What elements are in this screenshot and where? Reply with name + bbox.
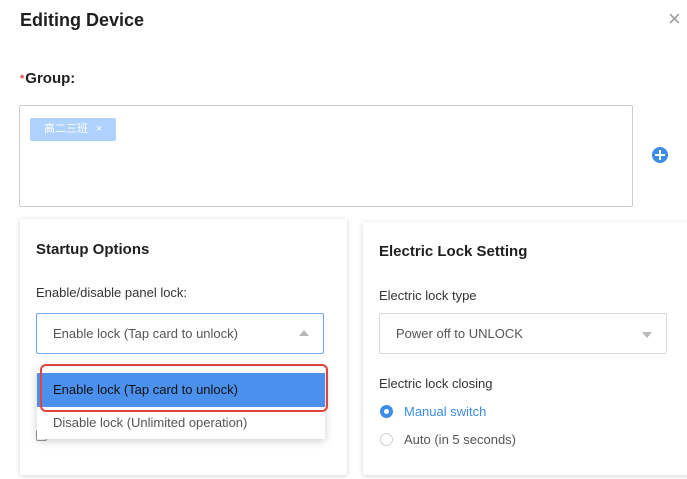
- electric-lock-type-value: Power off to UNLOCK: [396, 326, 523, 341]
- panel-lock-value: Enable lock (Tap card to unlock): [53, 326, 238, 341]
- tag-remove-icon[interactable]: ×: [96, 123, 102, 135]
- plus-circle-icon[interactable]: [652, 147, 668, 163]
- group-label: *Group:: [20, 70, 75, 87]
- group-tag-label: 高二三班: [44, 123, 88, 135]
- radio-auto[interactable]: [380, 433, 393, 446]
- electric-lock-closing-label: Electric lock closing: [379, 376, 493, 391]
- electric-lock-card: Electric Lock Setting Electric lock type…: [363, 222, 687, 475]
- group-label-text: Group:: [25, 70, 76, 87]
- dropdown-option-enable-lock[interactable]: Enable lock (Tap card to unlock): [37, 373, 325, 407]
- chevron-down-icon: [642, 332, 652, 338]
- close-icon[interactable]: ×: [668, 8, 681, 30]
- electric-lock-type-label: Electric lock type: [379, 288, 477, 303]
- panel-lock-dropdown: Enable lock (Tap card to unlock) Disable…: [37, 367, 325, 439]
- group-select-box[interactable]: 高二三班 ×: [19, 105, 633, 207]
- panel-lock-select[interactable]: Enable lock (Tap card to unlock): [36, 313, 324, 354]
- startup-options-title: Startup Options: [36, 241, 150, 258]
- radio-auto-label[interactable]: Auto (in 5 seconds): [404, 432, 516, 447]
- group-tag: 高二三班 ×: [30, 118, 117, 141]
- panel-lock-label: Enable/disable panel lock:: [36, 285, 188, 300]
- dropdown-option-disable-lock[interactable]: Disable lock (Unlimited operation): [37, 411, 325, 435]
- electric-lock-type-select[interactable]: Power off to UNLOCK: [379, 313, 667, 354]
- electric-lock-title: Electric Lock Setting: [379, 243, 528, 260]
- dialog-title: Editing Device: [20, 10, 145, 30]
- required-mark: *: [20, 73, 25, 86]
- radio-manual-switch-label[interactable]: Manual switch: [404, 404, 486, 419]
- chevron-up-icon: [299, 330, 309, 336]
- radio-manual-switch[interactable]: [380, 405, 393, 418]
